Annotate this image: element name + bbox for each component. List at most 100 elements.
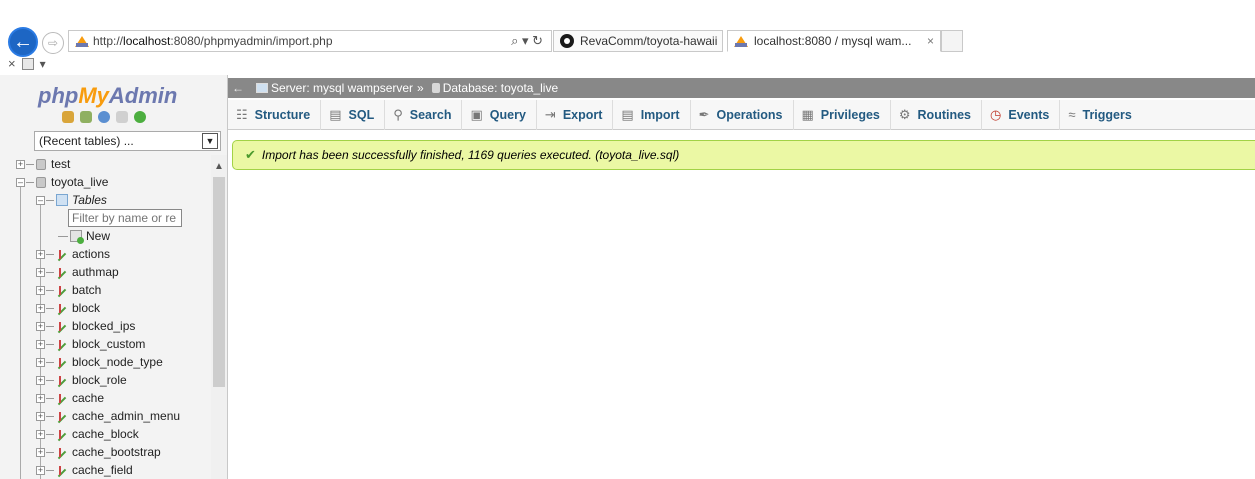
database-tree: + test – toyota_live – Tables New + actio… [0, 155, 210, 479]
navigation-panel: phpMyAdmin (Recent tables) ... ▼ + test … [0, 75, 228, 479]
nav-icon-bar [62, 111, 146, 123]
expand-icon[interactable]: + [36, 321, 45, 331]
database-icon [36, 158, 46, 170]
page-icon[interactable] [21, 57, 34, 70]
new-table-icon [70, 230, 84, 244]
scroll-up-icon[interactable]: ▲ [214, 161, 224, 172]
tab-operations[interactable]: ✒ Operations [691, 99, 794, 130]
forward-button[interactable]: ⇨ [42, 32, 64, 54]
tree-table-item[interactable]: + block [36, 299, 100, 317]
tree-db-toyota-live[interactable]: – toyota_live [16, 173, 108, 191]
expand-icon[interactable]: + [16, 159, 25, 169]
breadcrumb-server[interactable]: Server: mysql wampserver [271, 81, 413, 95]
table-name: block_role [72, 373, 127, 387]
tab-import[interactable]: ▤ Import [613, 99, 691, 130]
tab-triggers[interactable]: ≈ Triggers [1060, 100, 1141, 130]
tree-table-item[interactable]: + batch [36, 281, 101, 299]
tab-privileges[interactable]: ▦ Privileges [794, 99, 891, 130]
expand-icon[interactable]: + [36, 375, 45, 385]
docs-icon[interactable] [116, 111, 128, 123]
database-icon [36, 176, 46, 188]
new-tab-button[interactable] [941, 30, 963, 52]
expand-icon[interactable]: + [36, 357, 45, 367]
phpmyadmin-logo[interactable]: phpMyAdmin [38, 83, 177, 109]
breadcrumb-database[interactable]: Database: toyota_live [443, 81, 558, 95]
nav-scrollbar[interactable]: ▲ [211, 155, 227, 479]
expand-icon[interactable]: + [36, 249, 45, 259]
tree-db-test[interactable]: + test [16, 155, 70, 173]
scroll-thumb[interactable] [213, 177, 225, 387]
chevron-down-icon[interactable]: ▾ [40, 57, 46, 71]
tab-label: localhost:8080 / mysql wam... [754, 34, 912, 48]
tab-phpmyadmin[interactable]: localhost:8080 / mysql wam... × [727, 30, 941, 52]
tree-table-item[interactable]: + cache_field [36, 461, 133, 479]
table-icon [56, 446, 68, 458]
expand-icon[interactable]: + [36, 303, 45, 313]
home-icon[interactable] [62, 111, 74, 123]
address-tools-icon[interactable]: ⌕ ▾ ↻ [511, 33, 543, 49]
address-bar[interactable]: http://localhost:8080/phpmyadmin/import.… [68, 30, 552, 52]
expand-icon[interactable]: + [36, 447, 45, 457]
tab-structure[interactable]: ☷ Structure [228, 99, 322, 130]
table-icon [56, 374, 68, 386]
expand-icon[interactable]: + [36, 411, 45, 421]
tree-new-table[interactable]: New [58, 227, 110, 245]
tab-github[interactable]: RevaComm/toyota-hawaii [553, 30, 723, 52]
tree-table-item[interactable]: + blocked_ips [36, 317, 135, 335]
logout-icon[interactable] [80, 111, 92, 123]
table-name: block [72, 301, 101, 315]
expand-icon[interactable]: + [36, 429, 45, 439]
tree-table-item[interactable]: + cache_admin_menu [36, 407, 180, 425]
window-caption [0, 0, 1255, 22]
back-button[interactable]: ← [8, 27, 38, 57]
tree-table-item[interactable]: + block_node_type [36, 353, 163, 371]
clock-icon: ◷ [990, 106, 1002, 122]
structure-icon: ☷ [236, 106, 248, 122]
tree-table-item[interactable]: + cache [36, 389, 104, 407]
expand-icon[interactable]: + [36, 465, 45, 475]
help-icon[interactable] [98, 111, 110, 123]
tree-table-item[interactable]: + cache_block [36, 425, 139, 443]
table-icon [56, 428, 68, 440]
tab-query[interactable]: ▣ Query [462, 99, 537, 130]
table-icon [56, 266, 68, 278]
tab-events[interactable]: ◷ Events [982, 99, 1061, 130]
expand-icon[interactable]: + [36, 339, 45, 349]
tab-export[interactable]: ⇥ Export [537, 99, 614, 130]
tab-sql[interactable]: ▤ SQL [321, 99, 386, 130]
chevron-down-icon: ▼ [202, 133, 218, 149]
table-icon [56, 464, 68, 476]
browser-chrome: ← ⇨ http://localhost:8080/phpmyadmin/imp… [0, 0, 1255, 75]
tab-routines[interactable]: ⚙ Routines [891, 99, 983, 130]
table-name: cache_field [72, 463, 133, 477]
notice-message: Import has been successfully finished, 1… [261, 148, 680, 162]
wrench-icon: ✒ [698, 106, 710, 122]
breadcrumb: ← Server: mysql wampserver » Database: t… [228, 78, 1255, 98]
tree-table-item[interactable]: + block_role [36, 371, 127, 389]
url-host: localhost [123, 34, 171, 48]
expand-icon[interactable]: + [36, 285, 45, 295]
table-icon [56, 410, 68, 422]
table-filter-input[interactable] [68, 209, 182, 227]
tree-table-item[interactable]: + cache_bootstrap [36, 443, 161, 461]
tree-table-item[interactable]: + block_custom [36, 335, 145, 353]
close-tab-icon[interactable]: × [927, 34, 934, 48]
pma-favicon-icon [75, 36, 89, 47]
table-icon [56, 302, 68, 314]
back-arrow-icon: ← [13, 30, 33, 53]
tree-tables-group[interactable]: – Tables [36, 191, 107, 209]
table-icon [56, 338, 68, 350]
tables-icon [56, 194, 68, 206]
table-icon [56, 320, 68, 332]
collapse-icon[interactable]: – [36, 195, 45, 205]
expand-icon[interactable]: + [36, 267, 45, 277]
settings-icon[interactable] [134, 111, 146, 123]
close-icon[interactable]: × [8, 56, 16, 71]
expand-icon[interactable]: + [36, 393, 45, 403]
tree-table-item[interactable]: + authmap [36, 263, 119, 281]
tab-search[interactable]: ⚲ Search [385, 99, 463, 130]
tree-table-item[interactable]: + actions [36, 245, 110, 263]
collapse-nav-icon[interactable]: ← [230, 81, 246, 95]
recent-tables-select[interactable]: (Recent tables) ... ▼ [34, 131, 221, 151]
collapse-icon[interactable]: – [16, 177, 25, 187]
